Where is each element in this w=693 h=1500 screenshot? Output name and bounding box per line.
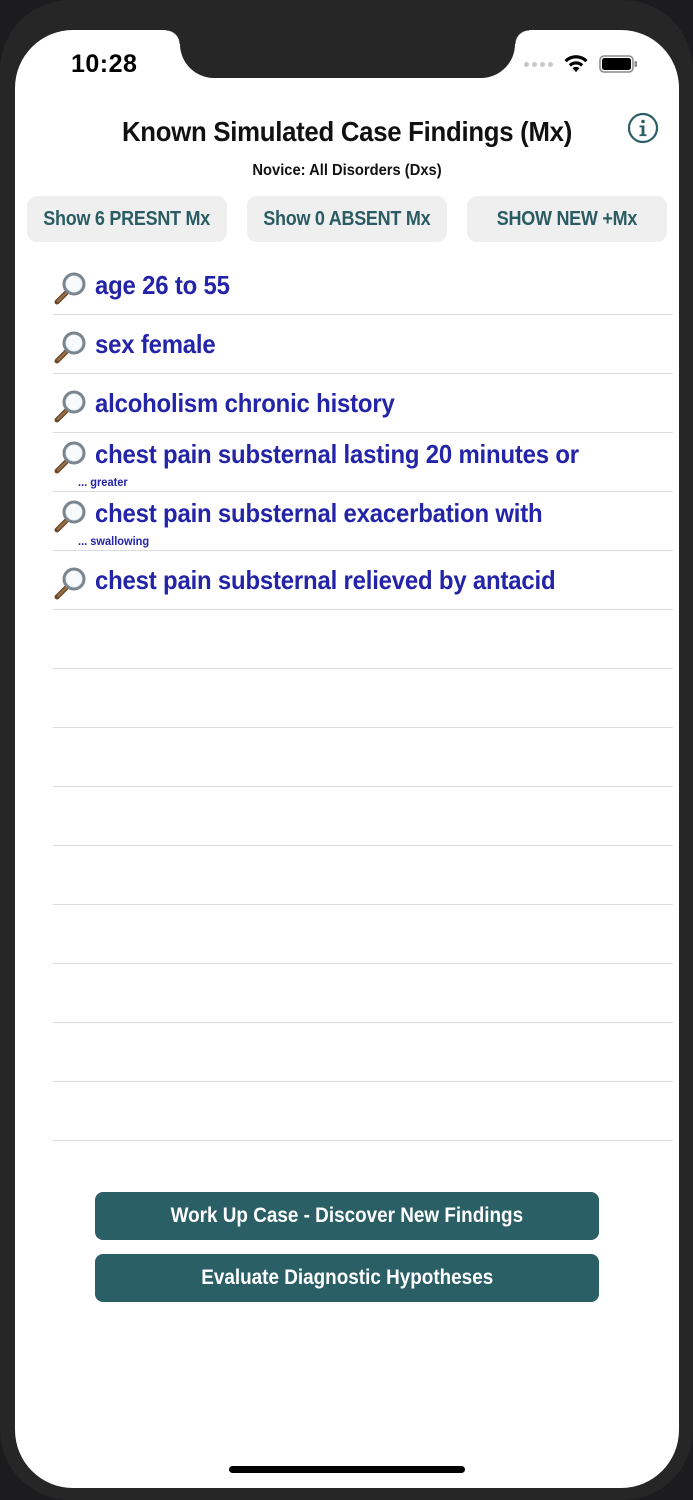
finding-row[interactable]: alcoholism chronic history (53, 374, 673, 433)
finding-label: age 26 to 55 (95, 270, 230, 300)
work-up-case-label: Work Up Case - Discover New Findings (170, 1204, 524, 1227)
empty-row (53, 610, 673, 669)
mode-subtitle: Novice: All Disorders (Dxs) (252, 162, 442, 179)
filter-toolbar: Show 6 PRESNT Mx Show 0 ABSENT Mx SHOW N… (27, 196, 667, 242)
magnifier-icon (53, 388, 89, 424)
wifi-icon (564, 55, 588, 72)
show-absent-button[interactable]: Show 0 ABSENT Mx (247, 196, 447, 242)
show-new-button[interactable]: SHOW NEW +Mx (467, 196, 667, 242)
app-screen: 10:28 Known Simulated Case Findings (Mx) (15, 30, 679, 1488)
show-present-button[interactable]: Show 6 PRESNT Mx (27, 196, 227, 242)
cellular-signal-icon (524, 61, 553, 67)
info-icon[interactable] (627, 112, 659, 144)
finding-row[interactable]: chest pain substernal exacerbation with … (53, 492, 673, 551)
finding-continuation: ... greater (78, 475, 128, 489)
finding-label: sex female (95, 329, 216, 359)
device-notch (166, 30, 529, 78)
empty-row (53, 846, 673, 905)
empty-row (53, 964, 673, 1023)
finding-continuation: ... swallowing (78, 534, 150, 548)
work-up-case-button[interactable]: Work Up Case - Discover New Findings (95, 1192, 599, 1240)
magnifier-icon (53, 270, 89, 306)
evaluate-hypotheses-button[interactable]: Evaluate Diagnostic Hypotheses (95, 1254, 599, 1302)
empty-row (53, 787, 673, 846)
battery-icon (599, 55, 637, 73)
findings-list: age 26 to 55 sex female alcoholism chron… (53, 256, 673, 1141)
magnifier-icon (53, 439, 89, 475)
magnifier-icon (53, 329, 89, 365)
empty-row (53, 669, 673, 728)
finding-row[interactable]: sex female (53, 315, 673, 374)
home-indicator[interactable] (229, 1466, 465, 1473)
show-absent-label: Show 0 ABSENT Mx (263, 207, 431, 230)
show-new-label: SHOW NEW +Mx (496, 207, 638, 230)
evaluate-hypotheses-label: Evaluate Diagnostic Hypotheses (201, 1266, 493, 1289)
magnifier-icon (53, 498, 89, 534)
finding-row[interactable]: chest pain substernal lasting 20 minutes… (53, 433, 673, 492)
magnifier-icon (53, 565, 89, 601)
empty-row (53, 728, 673, 787)
empty-row (53, 1023, 673, 1082)
finding-label: chest pain substernal relieved by antaci… (95, 565, 556, 595)
status-time: 10:28 (71, 50, 138, 78)
empty-row (53, 905, 673, 964)
show-present-label: Show 6 PRESNT Mx (43, 207, 211, 230)
device-frame: 10:28 Known Simulated Case Findings (Mx) (0, 0, 693, 1500)
finding-row[interactable]: age 26 to 55 (53, 256, 673, 315)
finding-label: alcoholism chronic history (95, 388, 395, 418)
finding-label: chest pain substernal lasting 20 minutes… (95, 439, 579, 469)
finding-row[interactable]: chest pain substernal relieved by antaci… (53, 551, 673, 610)
finding-label: chest pain substernal exacerbation with (95, 498, 543, 528)
page-title: Known Simulated Case Findings (Mx) (121, 116, 573, 147)
empty-row (53, 1082, 673, 1141)
status-icons (524, 54, 639, 74)
